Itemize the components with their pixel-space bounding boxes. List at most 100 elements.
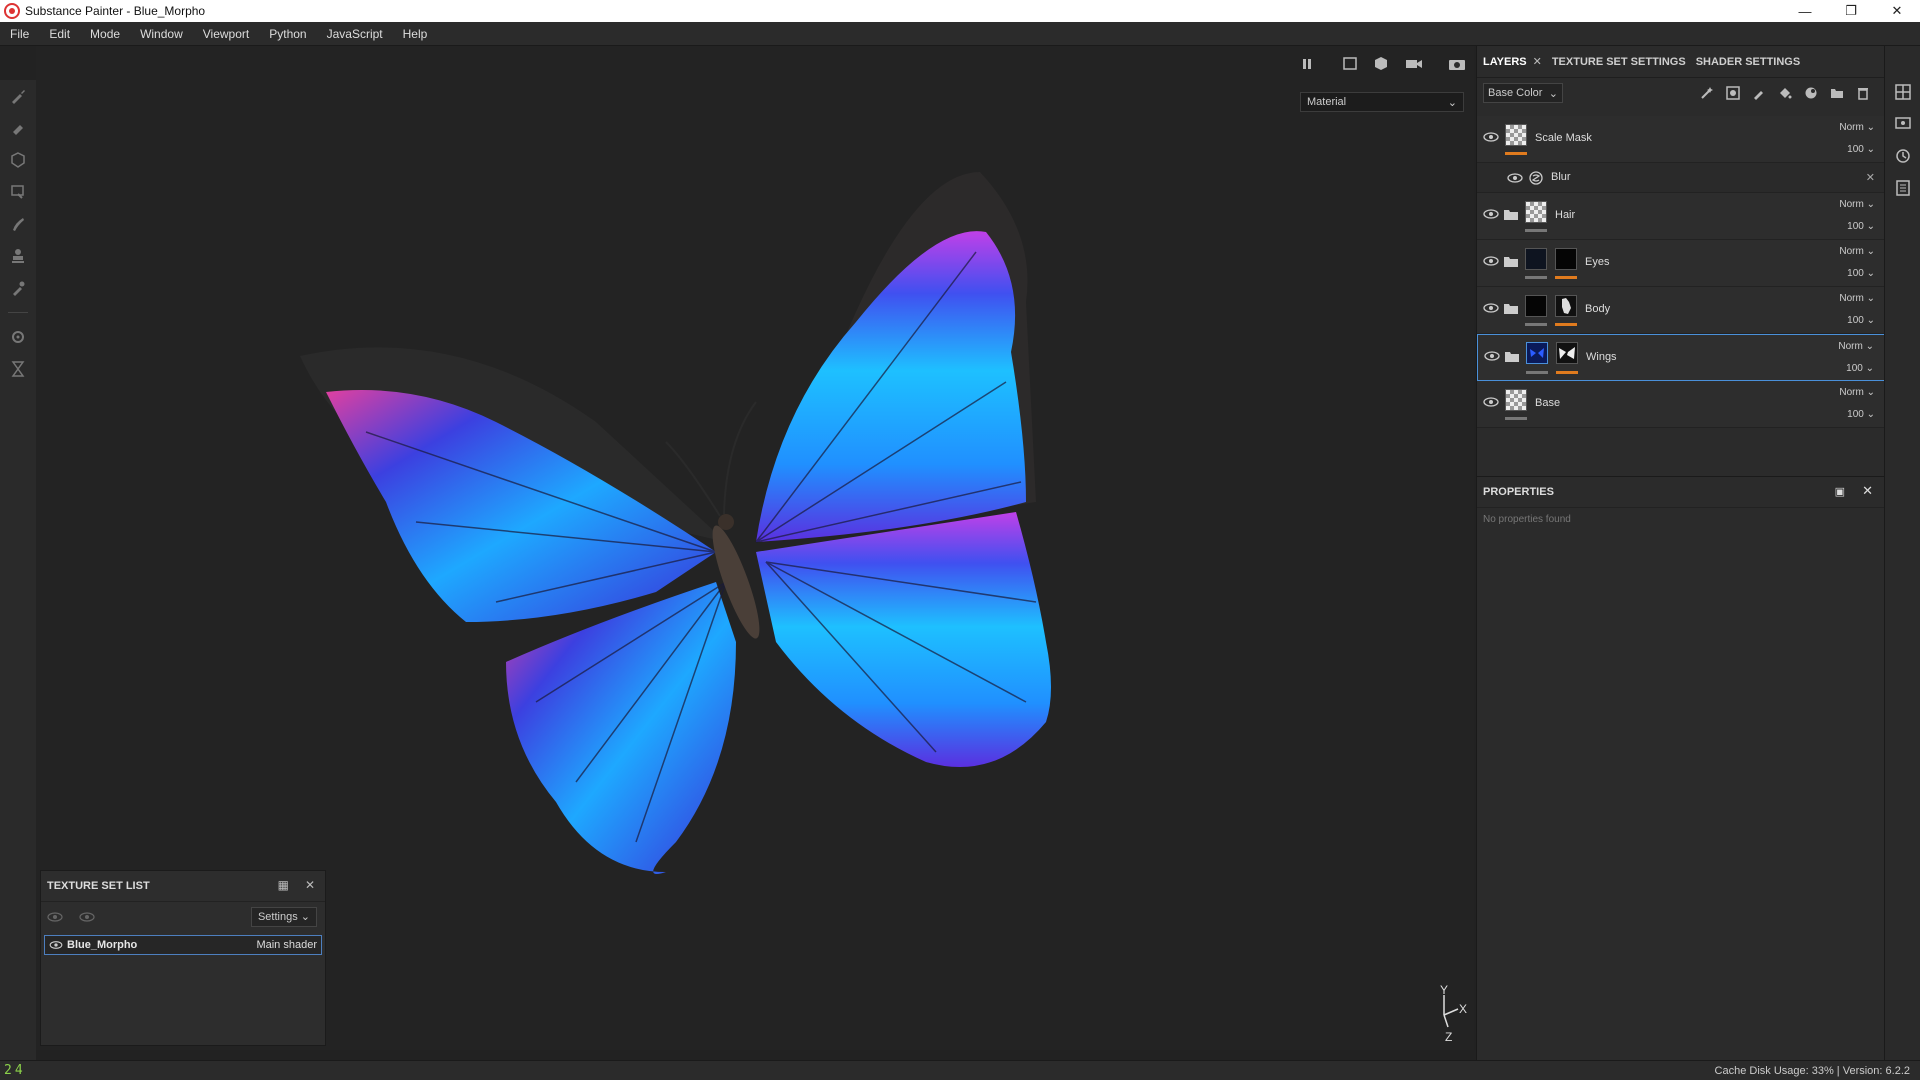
opacity-dropdown[interactable]: 100 ⌄ — [1847, 221, 1875, 232]
eye-icon[interactable] — [1507, 172, 1523, 184]
blend-mode-dropdown[interactable]: Norm ⌄ — [1839, 387, 1875, 398]
add-paint-layer-button[interactable] — [1746, 84, 1772, 102]
channel-dropdown[interactable]: Base Color ⌄ — [1483, 83, 1563, 103]
tab-texture-set-settings[interactable]: TEXTURE SET SETTINGS — [1552, 56, 1686, 68]
monitor-icon — [1895, 117, 1911, 129]
screenshot-button[interactable] — [1446, 54, 1468, 74]
add-effect-button[interactable] — [1694, 84, 1720, 102]
settings-dropdown[interactable]: Settings ⌄ — [250, 907, 317, 927]
close-icon[interactable]: ✕ — [305, 878, 315, 892]
export-tool[interactable] — [0, 353, 36, 385]
blend-mode-dropdown[interactable]: Norm ⌄ — [1839, 199, 1875, 210]
menu-javascript[interactable]: JavaScript — [317, 27, 393, 41]
blend-mode-dropdown[interactable]: Norm ⌄ — [1839, 293, 1875, 304]
blend-mode-dropdown[interactable]: Norm ⌄ — [1839, 246, 1875, 257]
blend-mode-label: Norm — [1839, 246, 1864, 257]
tab-shader-settings[interactable]: SHADER SETTINGS — [1696, 56, 1801, 68]
texture-set-list-panel: TEXTURE SET LIST ▦ ✕ Settings ⌄ Blue_Mor… — [40, 870, 326, 1046]
add-fill-layer-button[interactable] — [1772, 84, 1798, 102]
menu-mode[interactable]: Mode — [80, 27, 130, 41]
stamp-icon — [12, 249, 24, 263]
layer-row-body[interactable]: Body Norm ⌄ 100 ⌄ — [1477, 287, 1885, 334]
close-icon[interactable]: ✕ — [1533, 55, 1542, 68]
layer-row-scale-mask[interactable]: Scale Mask Norm ⌄ 100 ⌄ — [1477, 116, 1885, 163]
blend-mode-dropdown[interactable]: Norm ⌄ — [1839, 122, 1875, 133]
add-mask-button[interactable] — [1720, 84, 1746, 102]
panel-float-icon[interactable]: ▦ — [278, 878, 289, 892]
hourglass-icon — [11, 361, 25, 377]
eraser-tool[interactable] — [0, 112, 36, 144]
eye-icon[interactable] — [1483, 302, 1499, 314]
close-window-button[interactable]: ✕ — [1874, 0, 1920, 22]
folder-icon — [1831, 89, 1843, 98]
remove-effect-icon[interactable]: ✕ — [1866, 171, 1875, 184]
tool-bar — [0, 80, 36, 1060]
color-picker-tool[interactable] — [0, 272, 36, 304]
blend-mode-dropdown[interactable]: Norm ⌄ — [1838, 341, 1874, 352]
layer-row-eyes[interactable]: Eyes Norm ⌄ 100 ⌄ — [1477, 240, 1885, 287]
panel-tabs: LAYERS ✕ TEXTURE SET SETTINGS SHADER SETT… — [1477, 46, 1884, 78]
eye-icon[interactable] — [1483, 255, 1499, 267]
camera-mode-button[interactable] — [1403, 54, 1425, 74]
add-smart-material-button[interactable] — [1798, 84, 1824, 102]
layer-thumbnail — [1525, 295, 1547, 317]
eye-icon[interactable] — [1484, 350, 1500, 362]
smudge-tool[interactable] — [0, 208, 36, 240]
eye-icon[interactable] — [79, 911, 95, 923]
delete-layer-button[interactable] — [1850, 84, 1876, 102]
layer-row-hair[interactable]: Hair Norm ⌄ 100 ⌄ — [1477, 193, 1885, 240]
texture-set-name: Blue_Morpho — [67, 939, 138, 951]
texture-set-list-title: TEXTURE SET LIST — [47, 880, 150, 892]
tab-layers-label: LAYERS — [1483, 55, 1527, 68]
mask-thumbnail — [1555, 295, 1577, 317]
display-mode-button[interactable] — [1370, 54, 1392, 74]
pause-button[interactable] — [1296, 54, 1318, 74]
layer-row-base[interactable]: Base Norm ⌄ 100 ⌄ — [1477, 381, 1885, 428]
mask-channel-indicator — [1556, 371, 1578, 374]
opacity-dropdown[interactable]: 100 ⌄ — [1847, 315, 1875, 326]
menu-edit[interactable]: Edit — [39, 27, 80, 41]
menu-file[interactable]: File — [0, 27, 39, 41]
opacity-dropdown[interactable]: 100 ⌄ — [1846, 363, 1874, 374]
panel-float-icon[interactable]: ▣ — [1835, 485, 1845, 498]
opacity-dropdown[interactable]: 100 ⌄ — [1847, 144, 1875, 155]
chevron-down-icon: ⌄ — [1548, 87, 1558, 100]
opacity-dropdown[interactable]: 100 ⌄ — [1847, 268, 1875, 279]
menu-help[interactable]: Help — [393, 27, 438, 41]
clone-tool[interactable] — [0, 240, 36, 272]
layer-name: Body — [1585, 303, 1611, 315]
paint-brush-tool[interactable] — [0, 80, 36, 112]
layer-effect-blur[interactable]: Blur ✕ — [1477, 163, 1885, 193]
display-settings-button[interactable] — [1885, 108, 1920, 140]
folder-icon — [1504, 257, 1518, 267]
add-folder-button[interactable] — [1824, 84, 1850, 102]
eye-icon[interactable] — [49, 940, 63, 950]
history-button[interactable] — [1885, 140, 1920, 172]
restore-button[interactable]: ❐ — [1828, 0, 1874, 22]
menu-window[interactable]: Window — [130, 27, 193, 41]
polygon-fill-tool[interactable] — [0, 176, 36, 208]
view-2d3d-button[interactable] — [1340, 54, 1362, 74]
eye-icon[interactable] — [1483, 208, 1499, 220]
layer-row-wings[interactable]: Wings Norm ⌄ 100 ⌄ — [1477, 334, 1885, 381]
tab-layers[interactable]: LAYERS ✕ — [1483, 55, 1542, 69]
log-button[interactable] — [1885, 172, 1920, 204]
opacity-dropdown[interactable]: 100 ⌄ — [1847, 409, 1875, 420]
texture-set-row[interactable]: Blue_Morpho Main shader — [44, 935, 322, 955]
viewport-material-dropdown[interactable]: Material ⌄ — [1300, 92, 1464, 112]
eraser-icon — [13, 125, 23, 135]
eye-icon[interactable] — [1483, 396, 1499, 408]
gear-icon — [12, 331, 24, 343]
menu-viewport[interactable]: Viewport — [193, 27, 259, 41]
minimize-button[interactable]: — — [1782, 0, 1828, 22]
eye-icon[interactable] — [1483, 131, 1499, 143]
tool-separator — [8, 312, 28, 313]
projection-tool[interactable] — [0, 144, 36, 176]
axis-y-label: Y — [1440, 985, 1448, 997]
bake-tool[interactable] — [0, 321, 36, 353]
menu-python[interactable]: Python — [259, 27, 316, 41]
video-camera-icon — [1406, 60, 1422, 68]
texture-set-panel-button[interactable] — [1885, 76, 1920, 108]
close-icon[interactable]: ✕ — [1862, 483, 1873, 499]
eye-crossed-icon[interactable] — [47, 911, 63, 923]
